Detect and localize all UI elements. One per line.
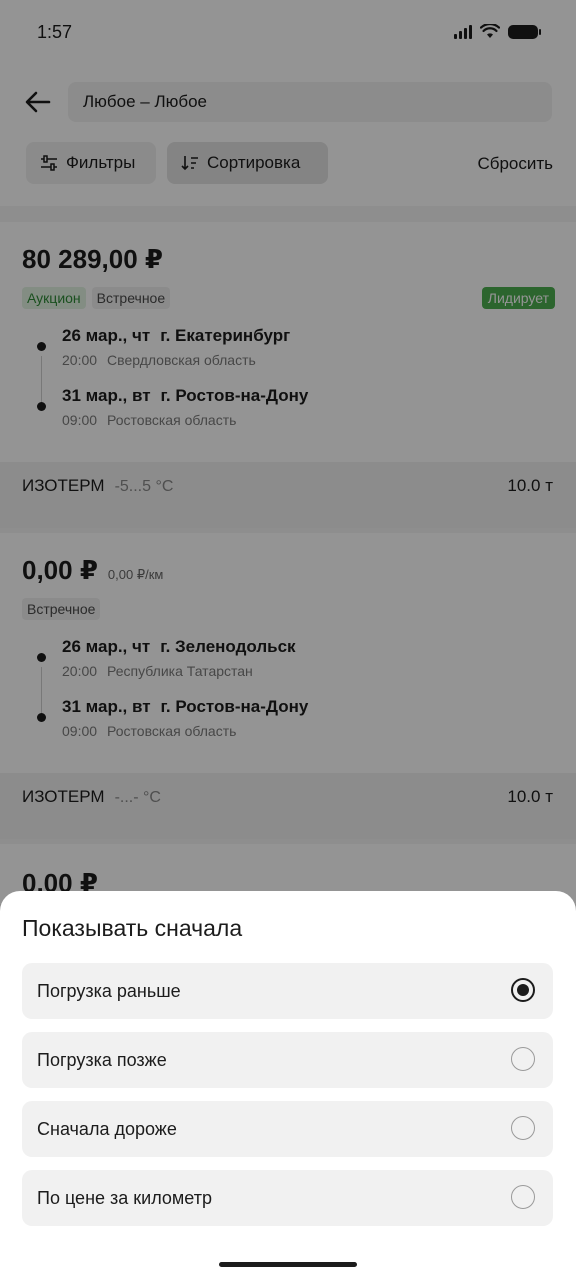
sort-option-expensive-first[interactable]: Сначала дороже bbox=[22, 1101, 553, 1157]
radio-unselected-icon[interactable] bbox=[511, 1047, 535, 1071]
sort-option-price-per-km[interactable]: По цене за километр bbox=[22, 1170, 553, 1226]
radio-unselected-icon[interactable] bbox=[511, 1185, 535, 1209]
home-indicator[interactable] bbox=[219, 1262, 357, 1267]
option-label: Погрузка позже bbox=[37, 1050, 167, 1070]
sort-option-loading-earlier[interactable]: Погрузка раньше bbox=[22, 963, 553, 1019]
radio-selected-icon[interactable] bbox=[511, 978, 535, 1002]
option-label: Сначала дороже bbox=[37, 1119, 177, 1139]
option-label: По цене за километр bbox=[37, 1188, 212, 1208]
radio-unselected-icon[interactable] bbox=[511, 1116, 535, 1140]
sheet-title: Показывать сначала bbox=[22, 915, 243, 941]
option-label: Погрузка раньше bbox=[37, 981, 181, 1001]
sort-bottom-sheet: Показывать сначала Погрузка раньше Погру… bbox=[0, 891, 576, 1280]
sort-option-loading-later[interactable]: Погрузка позже bbox=[22, 1032, 553, 1088]
